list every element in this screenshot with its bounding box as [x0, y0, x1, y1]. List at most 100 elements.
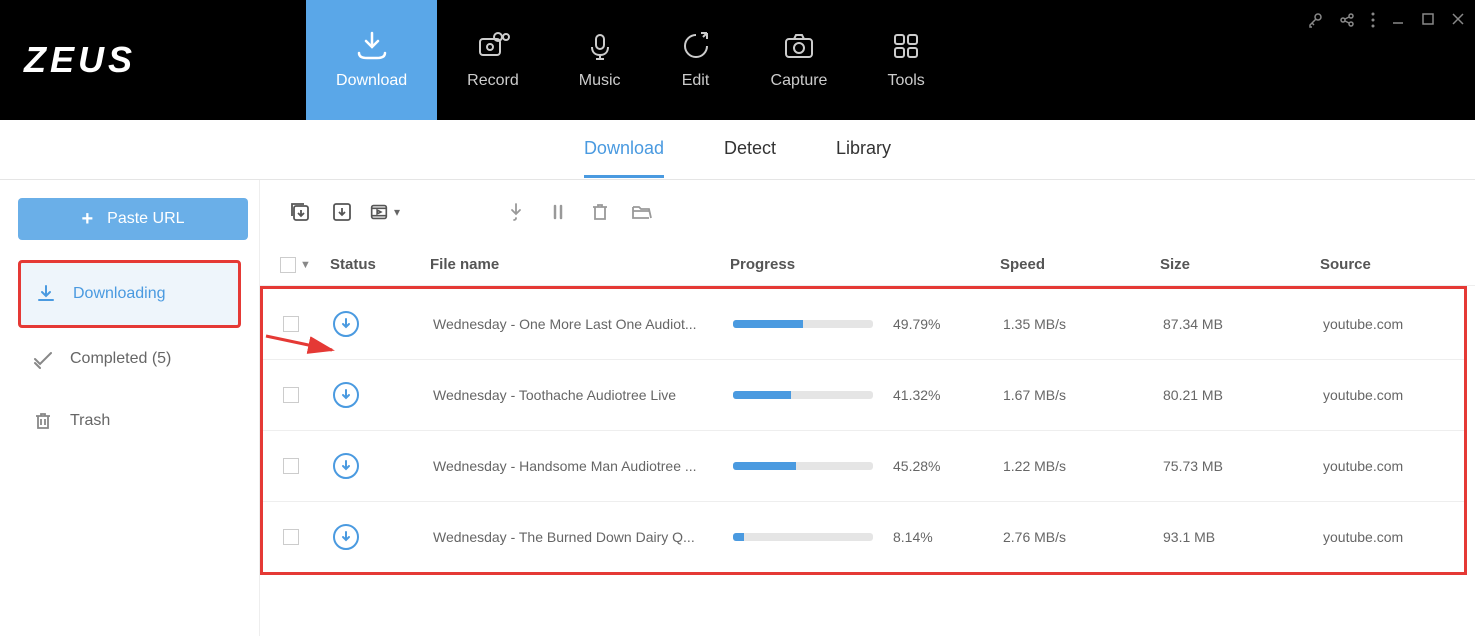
header-speed[interactable]: Speed	[1000, 256, 1160, 273]
share-icon[interactable]	[1339, 12, 1355, 33]
open-folder-button[interactable]	[626, 196, 658, 228]
header-size[interactable]: Size	[1160, 256, 1320, 273]
row-speed: 1.35 MB/s	[1003, 316, 1163, 332]
sub-tab-library[interactable]: Library	[836, 122, 891, 178]
music-icon	[585, 30, 615, 62]
sidebar-item-label: Trash	[70, 412, 110, 430]
sidebar-item-completed[interactable]: Completed (5)	[18, 328, 241, 390]
nav-tab-tools[interactable]: Tools	[857, 0, 954, 120]
row-checkbox[interactable]	[283, 316, 299, 332]
nav-tab-label: Record	[467, 72, 519, 90]
chevron-down-icon[interactable]: ▼	[300, 259, 311, 271]
table-row[interactable]: Wednesday - One More Last One Audiot... …	[263, 289, 1464, 360]
header-source[interactable]: Source	[1320, 256, 1440, 273]
row-speed: 1.22 MB/s	[1003, 458, 1163, 474]
row-filename: Wednesday - One More Last One Audiot...	[433, 316, 733, 332]
row-filename: Wednesday - Handsome Man Audiotree ...	[433, 458, 733, 474]
nav-tab-capture[interactable]: Capture	[741, 0, 858, 120]
delete-button[interactable]	[584, 196, 616, 228]
sub-tab-detect[interactable]: Detect	[724, 122, 776, 178]
row-speed: 2.76 MB/s	[1003, 529, 1163, 545]
table-row[interactable]: Wednesday - The Burned Down Dairy Q... 8…	[263, 502, 1464, 572]
app-logo: ZEUS	[24, 39, 136, 81]
sidebar-item-trash[interactable]: Trash	[18, 390, 241, 452]
download-icon	[355, 30, 389, 62]
row-size: 87.34 MB	[1163, 316, 1323, 332]
row-checkbox[interactable]	[283, 529, 299, 545]
nav-tab-label: Capture	[771, 72, 828, 90]
row-size: 93.1 MB	[1163, 529, 1323, 545]
row-size: 80.21 MB	[1163, 387, 1323, 403]
maximize-icon[interactable]	[1421, 12, 1435, 33]
row-source: youtube.com	[1323, 387, 1443, 403]
nav-tab-music[interactable]: Music	[549, 0, 651, 120]
row-checkbox[interactable]	[283, 458, 299, 474]
sidebar-item-downloading[interactable]: Downloading	[18, 260, 241, 328]
nav-tab-download[interactable]: Download	[306, 0, 437, 120]
resume-button[interactable]	[500, 196, 532, 228]
capture-icon	[782, 30, 816, 62]
header-progress[interactable]: Progress	[730, 256, 1000, 273]
plus-icon: +	[81, 208, 93, 231]
row-filename: Wednesday - The Burned Down Dairy Q...	[433, 529, 733, 545]
downloading-status-icon	[333, 453, 359, 479]
completed-icon	[32, 348, 54, 370]
row-checkbox[interactable]	[283, 387, 299, 403]
paste-url-button[interactable]: + Paste URL	[18, 198, 248, 240]
table-row[interactable]: Wednesday - Handsome Man Audiotree ... 4…	[263, 431, 1464, 502]
nav-tab-label: Music	[579, 72, 621, 90]
header-filename[interactable]: File name	[430, 256, 730, 273]
pause-button[interactable]	[542, 196, 574, 228]
progress-bar	[733, 462, 873, 470]
select-all-checkbox[interactable]	[280, 257, 296, 273]
progress-text: 45.28%	[893, 458, 940, 474]
row-source: youtube.com	[1323, 458, 1443, 474]
record-icon	[476, 30, 510, 62]
content: ▼ Status File name Progress Speed Size S…	[260, 180, 1475, 636]
sub-tabs: Download Detect Library	[0, 120, 1475, 180]
sub-tab-download[interactable]: Download	[584, 122, 664, 178]
header: ZEUS Download Record Music Edit	[0, 0, 1475, 120]
table-header: ▼ Status File name Progress Speed Size S…	[260, 244, 1475, 286]
toolbar	[260, 180, 1475, 244]
batch-download-button[interactable]	[284, 196, 316, 228]
row-source: youtube.com	[1323, 529, 1443, 545]
downloading-icon	[35, 283, 57, 305]
nav-tab-record[interactable]: Record	[437, 0, 549, 120]
minimize-icon[interactable]	[1391, 12, 1405, 33]
download-rows: Wednesday - One More Last One Audiot... …	[260, 286, 1467, 575]
row-filename: Wednesday - Toothache Audiotree Live	[433, 387, 733, 403]
header-status[interactable]: Status	[330, 256, 430, 273]
close-icon[interactable]	[1451, 12, 1465, 33]
row-progress: 8.14%	[733, 529, 1003, 545]
progress-bar	[733, 533, 873, 541]
row-progress: 49.79%	[733, 316, 1003, 332]
row-speed: 1.67 MB/s	[1003, 387, 1163, 403]
nav-tab-label: Download	[336, 72, 407, 90]
sidebar-item-label: Completed (5)	[70, 350, 171, 368]
row-size: 75.73 MB	[1163, 458, 1323, 474]
single-download-button[interactable]	[326, 196, 358, 228]
progress-text: 49.79%	[893, 316, 940, 332]
progress-text: 41.32%	[893, 387, 940, 403]
nav-tab-edit[interactable]: Edit	[651, 0, 741, 120]
table-row[interactable]: Wednesday - Toothache Audiotree Live 41.…	[263, 360, 1464, 431]
edit-icon	[681, 30, 711, 62]
main: + Paste URL Downloading Completed (5) Tr…	[0, 180, 1475, 636]
video-format-button[interactable]	[368, 196, 400, 228]
menu-icon[interactable]	[1371, 12, 1375, 33]
nav-tabs: Download Record Music Edit Capture	[306, 0, 955, 120]
downloading-status-icon	[333, 524, 359, 550]
paste-url-label: Paste URL	[107, 210, 184, 228]
progress-bar	[733, 391, 873, 399]
row-source: youtube.com	[1323, 316, 1443, 332]
tools-icon	[891, 30, 921, 62]
downloading-status-icon	[333, 311, 359, 337]
window-controls	[1307, 12, 1465, 33]
sidebar: + Paste URL Downloading Completed (5) Tr…	[0, 180, 260, 636]
row-progress: 41.32%	[733, 387, 1003, 403]
row-progress: 45.28%	[733, 458, 1003, 474]
trash-icon	[32, 410, 54, 432]
key-icon[interactable]	[1307, 12, 1323, 33]
nav-tab-label: Edit	[682, 72, 710, 90]
